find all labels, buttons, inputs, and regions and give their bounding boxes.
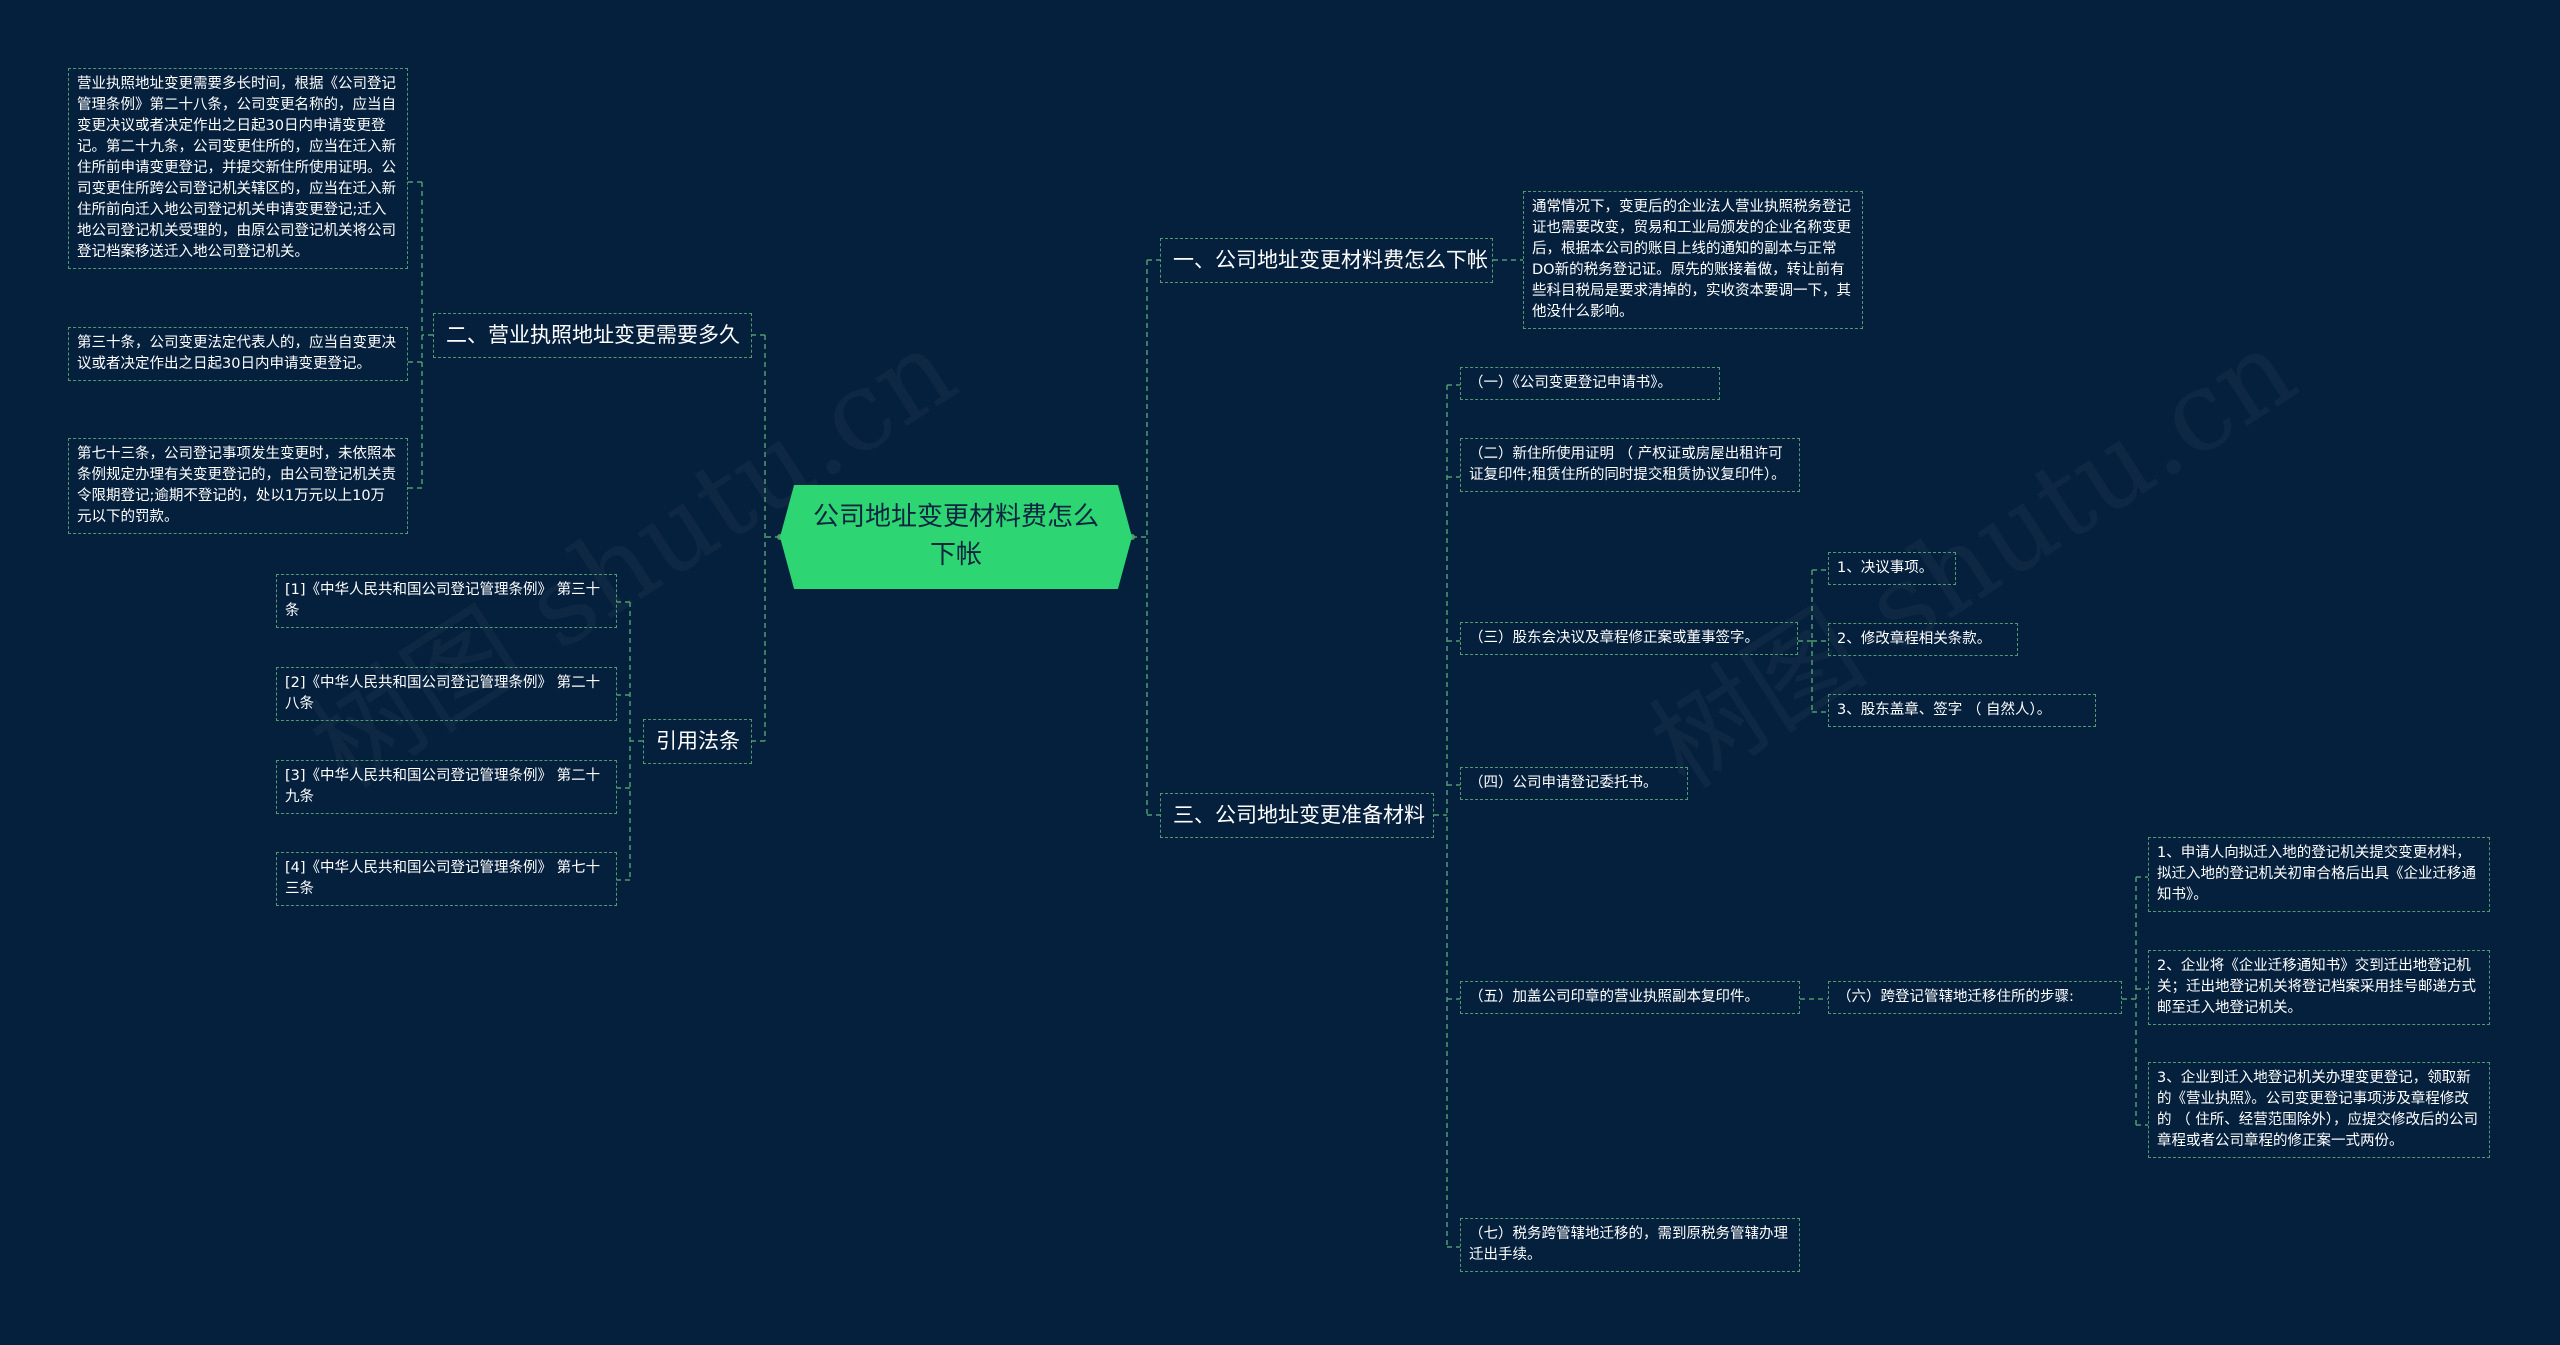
citation-item[interactable]: [3]《中华人民共和国公司登记管理条例》 第二十九条 (276, 760, 617, 815)
branch-3-preparation-materials[interactable]: 三、公司地址变更准备材料 (1160, 793, 1434, 839)
material-2-address-proof[interactable]: （二）新住所使用证明 （ 产权证或房屋出租许可证复印件;租赁住所的同时提交租赁协… (1460, 438, 1800, 493)
relocation-step[interactable]: 1、申请人向拟迁入地的登记机关提交变更材料，拟迁入地的登记机关初审合格后出具《企… (2148, 837, 2490, 913)
branch-1-fee-accounting[interactable]: 一、公司地址变更材料费怎么下帐 (1160, 238, 1493, 284)
citation-item[interactable]: [4]《中华人民共和国公司登记管理条例》 第七十三条 (276, 852, 617, 907)
root-label: 公司地址变更材料费怎么下帐 (812, 502, 1099, 570)
b2-detail-article-28-29[interactable]: 营业执照地址变更需要多长时间，根据《公司登记管理条例》第二十八条，公司变更名称的… (68, 68, 408, 270)
b2-detail-article-73[interactable]: 第七十三条，公司登记事项发生变更时，未依照本条例规定办理有关变更登记的，由公司登… (68, 438, 408, 535)
material-7-tax-transfer[interactable]: （七）税务跨管辖地迁移的，需到原税务管辖办理迁出手续。 (1460, 1218, 1800, 1273)
citation-item[interactable]: [2]《中华人民共和国公司登记管理条例》 第二十八条 (276, 667, 617, 722)
root-node[interactable]: 公司地址变更材料费怎么下帐 (780, 485, 1132, 589)
relocation-step[interactable]: 2、企业将《企业迁移通知书》交到迁出地登记机关；迁出地登记机关将登记档案采用挂号… (2148, 950, 2490, 1026)
b1-detail-note[interactable]: 通常情况下，变更后的企业法人营业执照税务登记证也需要改变，贸易和工业局颁发的企业… (1523, 191, 1863, 330)
b2-detail-article-30[interactable]: 第三十条，公司变更法定代表人的，应当自变更决议或者决定作出之日起30日内申请变更… (68, 327, 408, 382)
material-6-relocation-steps[interactable]: （六）跨登记管辖地迁移住所的步骤: (1828, 981, 2122, 1015)
resolution-item[interactable]: 1、决议事项。 (1828, 552, 1956, 586)
material-1-application-form[interactable]: （一）《公司变更登记申请书》。 (1460, 367, 1720, 401)
material-3-resolution[interactable]: （三）股东会决议及章程修正案或董事签字。 (1460, 622, 1798, 656)
material-5-license-copy[interactable]: （五）加盖公司印章的营业执照副本复印件。 (1460, 981, 1800, 1015)
resolution-item[interactable]: 3、股东盖章、签字 （ 自然人）。 (1828, 694, 2096, 728)
resolution-item[interactable]: 2、修改章程相关条款。 (1828, 623, 2018, 657)
branch-4-cited-laws[interactable]: 引用法条 (643, 719, 752, 765)
relocation-step[interactable]: 3、企业到迁入地登记机关办理变更登记，领取新的《营业执照》。公司变更登记事项涉及… (2148, 1062, 2490, 1159)
branch-2-license-duration[interactable]: 二、营业执照地址变更需要多久 (433, 313, 752, 359)
citation-item[interactable]: [1]《中华人民共和国公司登记管理条例》 第三十条 (276, 574, 617, 629)
material-4-authorization[interactable]: （四）公司申请登记委托书。 (1460, 767, 1688, 801)
